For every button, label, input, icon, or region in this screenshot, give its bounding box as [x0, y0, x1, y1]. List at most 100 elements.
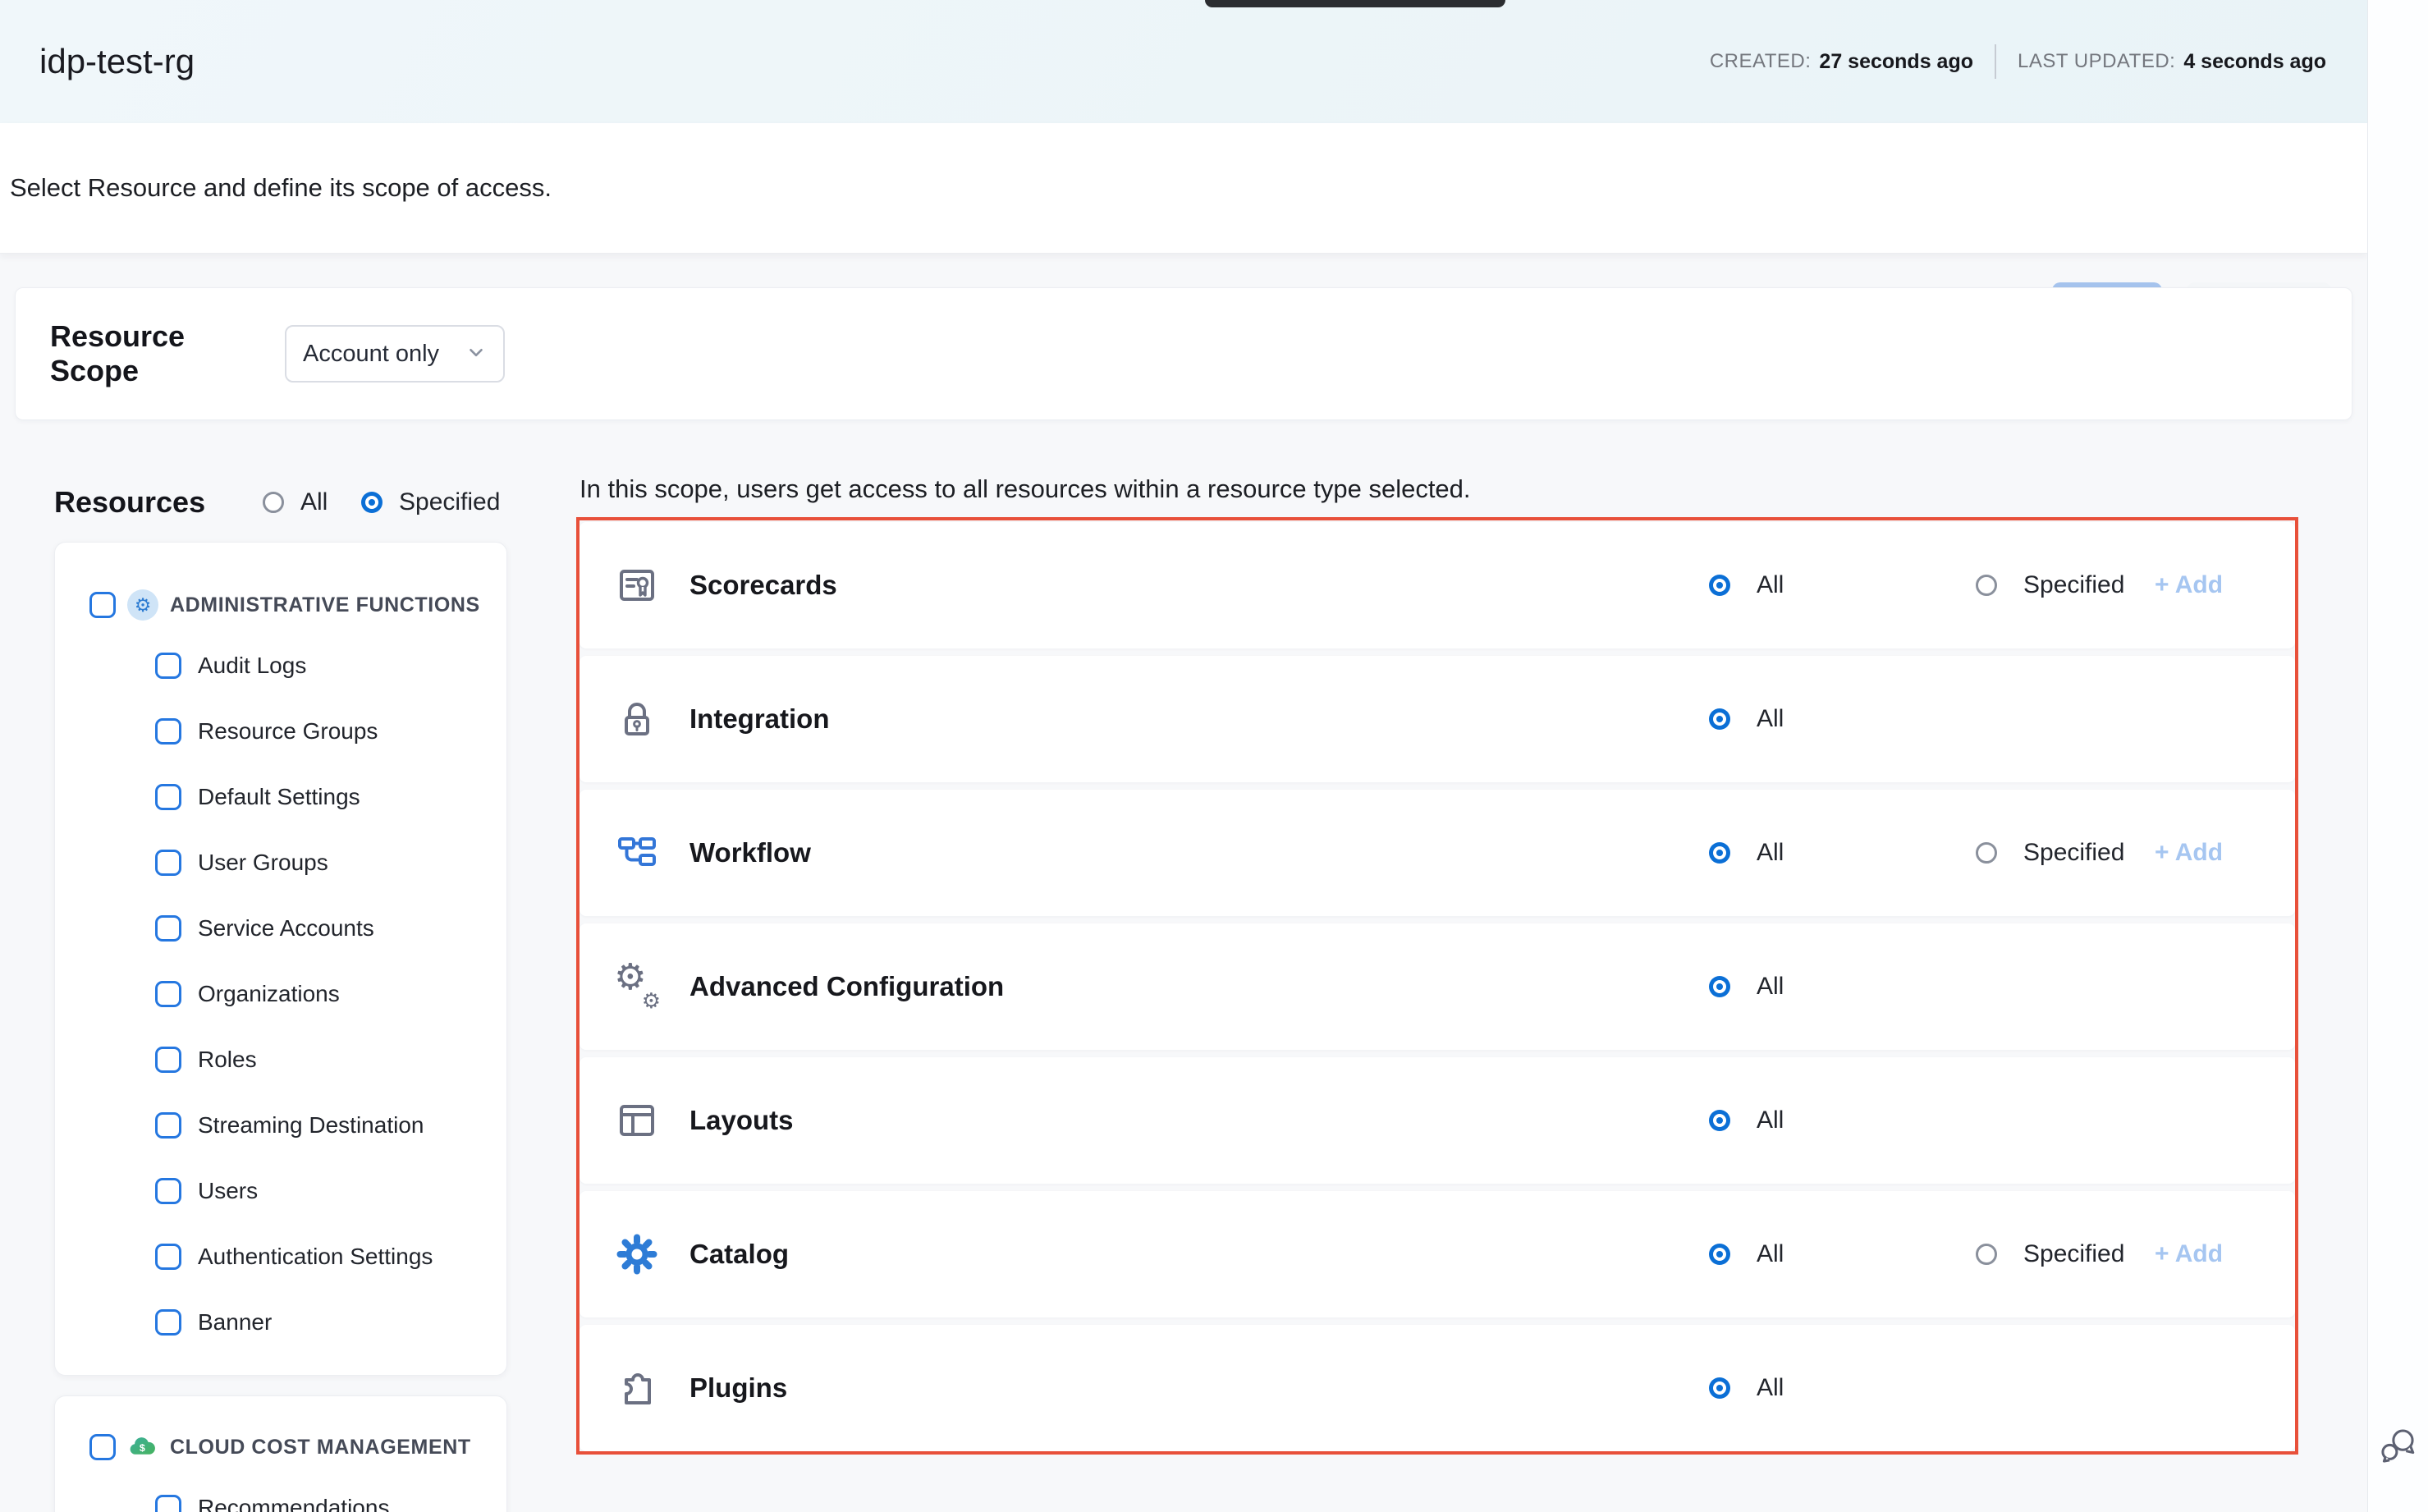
layout-icon — [616, 1099, 658, 1142]
add-button[interactable]: + Add — [2155, 571, 2223, 599]
item-label: User Groups — [198, 850, 328, 876]
all-label[interactable]: All — [1757, 1107, 1784, 1134]
all-option[interactable]: All — [1709, 973, 1784, 1001]
page-title: idp-test-rg — [39, 42, 195, 81]
all-option[interactable]: All — [1709, 1374, 1784, 1402]
all-radio[interactable] — [1709, 1244, 1730, 1265]
item-checkbox[interactable] — [155, 1244, 181, 1270]
item-checkbox[interactable] — [155, 653, 181, 679]
resource-item-user-groups[interactable]: User Groups — [55, 830, 506, 896]
category-checkbox[interactable] — [89, 592, 116, 618]
item-checkbox[interactable] — [155, 1178, 181, 1204]
resource-item-service-accounts[interactable]: Service Accounts — [55, 896, 506, 961]
resource-row-scorecards: Scorecards All Specified + Add — [580, 522, 2295, 648]
item-label: Roles — [198, 1047, 257, 1073]
chat-support-icon[interactable] — [2379, 1424, 2420, 1465]
right-strip — [2367, 0, 2428, 1512]
add-button[interactable]: + Add — [2155, 839, 2223, 867]
item-checkbox[interactable] — [155, 718, 181, 745]
all-radio[interactable] — [1709, 708, 1730, 730]
specified-option[interactable]: Specified — [1976, 571, 2124, 599]
all-option[interactable]: All — [1709, 1107, 1784, 1134]
resource-item-resource-groups[interactable]: Resource Groups — [55, 699, 506, 764]
resources-title: Resources — [54, 485, 205, 520]
item-label: Resource Groups — [198, 718, 378, 745]
specified-radio[interactable] — [1976, 842, 1997, 864]
resource-group-card-admin: ⚙ ADMINISTRATIVE FUNCTIONS Audit Logs Re… — [54, 542, 507, 1376]
resource-item-users[interactable]: Users — [55, 1158, 506, 1224]
specified-label[interactable]: Specified — [2023, 571, 2124, 599]
resource-item-organizations[interactable]: Organizations — [55, 961, 506, 1027]
resource-rows: Scorecards All Specified + Add Integrati… — [580, 0, 2295, 1512]
all-radio[interactable] — [1709, 575, 1730, 596]
category-checkbox[interactable] — [89, 1434, 116, 1460]
all-label[interactable]: All — [1757, 973, 1784, 1001]
resource-type-label: Advanced Configuration — [689, 971, 1004, 1002]
category-label: CLOUD COST MANAGEMENT — [170, 1436, 471, 1459]
item-checkbox[interactable] — [155, 1495, 181, 1512]
resource-item-streaming-destination[interactable]: Streaming Destination — [55, 1093, 506, 1158]
resources-radio-specified[interactable] — [361, 492, 383, 513]
resource-row-plugins: Plugins All — [580, 1325, 2295, 1451]
puzzle-icon — [616, 1367, 658, 1409]
resource-scope-label: Resource Scope — [50, 319, 257, 388]
resource-row-workflow: Workflow All Specified + Add — [580, 790, 2295, 916]
resources-radio-all-label[interactable]: All — [300, 488, 328, 516]
resources-radio-all[interactable] — [263, 492, 284, 513]
item-checkbox[interactable] — [155, 981, 181, 1007]
resources-header: Resources All Specified — [54, 476, 629, 529]
scorecard-icon — [616, 564, 658, 607]
specified-label[interactable]: Specified — [2023, 1240, 2124, 1268]
all-radio[interactable] — [1709, 1110, 1730, 1131]
resource-scope-value: Account only — [303, 341, 439, 368]
resource-row-advanced-configuration: ⚙⚙ Advanced Configuration All — [580, 923, 2295, 1050]
item-checkbox[interactable] — [155, 915, 181, 942]
specified-radio[interactable] — [1976, 1244, 1997, 1265]
resource-group-page: idp-test-rg CREATED: 27 seconds ago LAST… — [0, 0, 2428, 1512]
lock-icon — [616, 698, 658, 740]
resource-row-integration: Integration All — [580, 656, 2295, 782]
item-checkbox[interactable] — [155, 1309, 181, 1336]
all-label[interactable]: All — [1757, 705, 1784, 733]
all-option[interactable]: All — [1709, 839, 1784, 867]
cloud-dollar-icon: $ — [127, 1432, 158, 1463]
resource-scope-dropdown[interactable]: Account only — [285, 325, 505, 383]
all-option[interactable]: All — [1709, 571, 1784, 599]
all-radio[interactable] — [1709, 976, 1730, 997]
all-radio[interactable] — [1709, 842, 1730, 864]
category-label: ADMINISTRATIVE FUNCTIONS — [170, 593, 480, 617]
resource-item-authentication-settings[interactable]: Authentication Settings — [55, 1224, 506, 1290]
specified-option[interactable]: Specified — [1976, 839, 2124, 867]
all-label[interactable]: All — [1757, 571, 1784, 599]
item-checkbox[interactable] — [155, 784, 181, 810]
toolbar-description: Select Resource and define its scope of … — [10, 123, 552, 253]
all-label[interactable]: All — [1757, 839, 1784, 867]
all-option[interactable]: All — [1709, 705, 1784, 733]
all-label[interactable]: All — [1757, 1374, 1784, 1402]
item-checkbox[interactable] — [155, 850, 181, 876]
resource-type-label: Plugins — [689, 1372, 787, 1404]
add-button[interactable]: + Add — [2155, 1240, 2223, 1268]
resource-type-label: Integration — [689, 703, 830, 735]
resource-type-label: Catalog — [689, 1239, 789, 1270]
specified-option[interactable]: Specified — [1976, 1240, 2124, 1268]
item-label: Service Accounts — [198, 915, 374, 942]
resource-row-catalog: Catalog All Specified + Add — [580, 1191, 2295, 1317]
item-label: Default Settings — [198, 784, 360, 810]
specified-radio[interactable] — [1976, 575, 1997, 596]
all-option[interactable]: All — [1709, 1240, 1784, 1268]
resource-item-audit-logs[interactable]: Audit Logs — [55, 633, 506, 699]
specified-label[interactable]: Specified — [2023, 839, 2124, 867]
all-radio[interactable] — [1709, 1377, 1730, 1399]
all-label[interactable]: All — [1757, 1240, 1784, 1268]
resource-item-roles[interactable]: Roles — [55, 1027, 506, 1093]
resources-radio-specified-label[interactable]: Specified — [399, 488, 500, 516]
item-label: Banner — [198, 1309, 272, 1336]
item-checkbox[interactable] — [155, 1112, 181, 1139]
resource-item-recommendations[interactable]: Recommendations — [55, 1475, 506, 1512]
gear-icon — [616, 1233, 658, 1276]
resource-item-banner[interactable]: Banner — [55, 1290, 506, 1355]
resource-item-default-settings[interactable]: Default Settings — [55, 764, 506, 830]
item-label: Audit Logs — [198, 653, 306, 679]
item-checkbox[interactable] — [155, 1047, 181, 1073]
